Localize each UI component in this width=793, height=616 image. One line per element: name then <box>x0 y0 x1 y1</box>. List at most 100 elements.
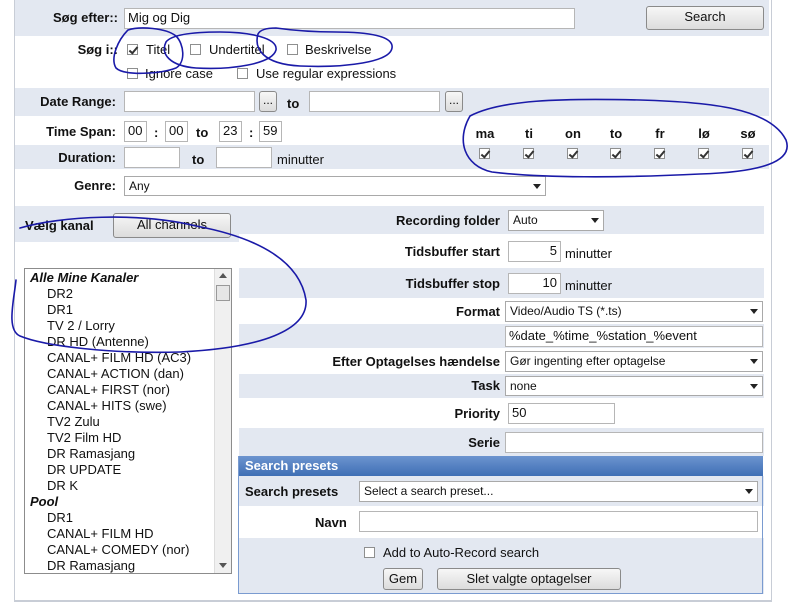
format-label: Format <box>455 304 500 319</box>
ignore-case-label: Ignore case <box>145 66 213 81</box>
day-label-on: on <box>565 126 581 141</box>
day-checkbox-lo[interactable] <box>698 148 709 159</box>
preset-name-input[interactable] <box>359 511 758 532</box>
list-item[interactable]: TV2 Zulu <box>47 414 100 429</box>
titel-checkbox[interactable] <box>127 44 138 55</box>
list-item[interactable]: TV 2 / Lorry <box>47 318 115 333</box>
duration-to: to <box>192 152 205 167</box>
task-select[interactable]: none <box>505 376 763 396</box>
scroll-up-icon[interactable] <box>219 273 227 278</box>
time-to-hour-input[interactable]: 23 <box>219 121 242 142</box>
list-item[interactable]: DR Ramasjang <box>47 446 135 461</box>
list-item[interactable]: DR2 <box>47 286 73 301</box>
undertitel-label: Undertitel <box>209 42 265 57</box>
after-recording-label: Efter Optagelses hændelse <box>332 354 500 369</box>
after-recording-value: Gør ingenting efter optagelse <box>510 354 666 368</box>
channel-list[interactable]: Alle Mine Kanaler DR2 DR1 TV 2 / Lorry D… <box>24 268 232 574</box>
channel-group-label: Pool <box>30 494 59 509</box>
format-select[interactable]: Video/Audio TS (*.ts) <box>505 301 763 322</box>
time-sep-2: : <box>249 125 254 140</box>
scroll-down-icon[interactable] <box>219 563 227 568</box>
genre-value: Any <box>129 179 150 193</box>
chevron-down-icon <box>750 359 758 364</box>
after-recording-select[interactable]: Gør ingenting efter optagelse <box>505 351 763 372</box>
channel-label: Vælg kanal <box>25 218 94 233</box>
regex-checkbox[interactable] <box>237 68 248 79</box>
list-item[interactable]: DR UPDATE <box>47 462 121 477</box>
day-label-lo: lø <box>698 126 710 141</box>
day-checkbox-so[interactable] <box>742 148 753 159</box>
list-item[interactable]: CANAL+ ACTION (dan) <box>47 366 184 381</box>
list-item[interactable]: DR HD (Antenne) <box>47 334 149 349</box>
list-item[interactable]: CANAL+ FILM HD (AC3) <box>47 350 191 365</box>
auto-record-checkbox[interactable] <box>364 547 375 558</box>
channel-list-scrollbar[interactable] <box>214 269 231 573</box>
priority-input[interactable]: 50 <box>508 403 615 424</box>
buffer-start-input[interactable]: 5 <box>508 241 561 262</box>
date-to-picker-button[interactable]: ... <box>445 91 463 112</box>
date-from-input[interactable] <box>124 91 255 112</box>
serie-input[interactable] <box>505 432 763 453</box>
list-item[interactable]: DR1 <box>47 510 73 525</box>
time-to-minute-input[interactable]: 59 <box>259 121 282 142</box>
day-checkbox-to[interactable] <box>610 148 621 159</box>
duration-from-input[interactable] <box>124 147 180 168</box>
row-band-buffer-stop <box>239 268 764 298</box>
genre-label: Genre: <box>74 178 116 193</box>
list-item[interactable]: TV2 Film HD <box>47 430 121 445</box>
ignore-case-checkbox[interactable] <box>127 68 138 79</box>
channel-group-label: Alle Mine Kanaler <box>30 270 139 285</box>
search-presets-label: Search presets <box>245 484 339 499</box>
buffer-start-unit: minutter <box>565 246 612 261</box>
duration-label: Duration: <box>58 150 116 165</box>
date-to-input[interactable] <box>309 91 440 112</box>
search-presets-select[interactable]: Select a search preset... <box>359 481 758 502</box>
day-label-ma: ma <box>475 126 495 141</box>
day-label-fr: fr <box>655 126 665 141</box>
date-from-picker-button[interactable]: ... <box>259 91 277 112</box>
format-value: Video/Audio TS (*.ts) <box>510 304 622 318</box>
day-checkbox-ti[interactable] <box>523 148 534 159</box>
duration-to-input[interactable] <box>216 147 272 168</box>
delete-recordings-button[interactable]: Slet valgte optagelser <box>437 568 621 590</box>
day-checkbox-ma[interactable] <box>479 148 490 159</box>
duration-unit: minutter <box>277 152 324 167</box>
serie-label: Serie <box>468 435 500 450</box>
chevron-down-icon <box>745 489 753 494</box>
all-channels-button[interactable]: All channels <box>113 213 231 238</box>
undertitel-checkbox[interactable] <box>190 44 201 55</box>
list-item[interactable]: DR K <box>47 478 78 493</box>
chevron-down-icon <box>533 184 541 189</box>
titel-label: Titel <box>146 42 171 57</box>
time-sep-1: : <box>154 125 159 140</box>
date-range-label: Date Range: <box>40 94 116 109</box>
buffer-stop-unit: minutter <box>565 278 612 293</box>
list-item[interactable]: CANAL+ COMEDY (nor) <box>47 542 189 557</box>
day-checkbox-fr[interactable] <box>654 148 665 159</box>
list-item[interactable]: CANAL+ HITS (swe) <box>47 398 167 413</box>
day-label-so: sø <box>740 126 756 141</box>
buffer-stop-input[interactable]: 10 <box>508 273 561 294</box>
list-item[interactable]: DR1 <box>47 302 73 317</box>
time-span-to: to <box>196 125 209 140</box>
list-item[interactable]: CANAL+ FILM HD <box>47 526 154 541</box>
search-button[interactable]: Search <box>646 6 764 30</box>
filename-pattern-input[interactable]: %date_%time_%station_%event <box>505 326 763 347</box>
recording-folder-value: Auto <box>513 213 538 227</box>
time-span-label: Time Span: <box>46 124 116 139</box>
regex-label: Use regular expressions <box>256 66 397 81</box>
recording-folder-select[interactable]: Auto <box>508 210 604 231</box>
beskrivelse-checkbox[interactable] <box>287 44 298 55</box>
time-from-hour-input[interactable]: 00 <box>124 121 147 142</box>
list-item[interactable]: DR Ramasjang <box>47 558 135 573</box>
scroll-thumb[interactable] <box>216 285 230 301</box>
day-checkbox-on[interactable] <box>567 148 578 159</box>
save-button[interactable]: Gem <box>383 568 423 590</box>
date-range-to: to <box>287 96 300 111</box>
search-presets-value: Select a search preset... <box>364 484 494 498</box>
recording-folder-label: Recording folder <box>395 213 500 228</box>
list-item[interactable]: CANAL+ FIRST (nor) <box>47 382 170 397</box>
genre-select[interactable]: Any <box>124 176 546 196</box>
time-from-minute-input[interactable]: 00 <box>165 121 188 142</box>
search-input[interactable]: Mig og Dig <box>124 8 575 29</box>
